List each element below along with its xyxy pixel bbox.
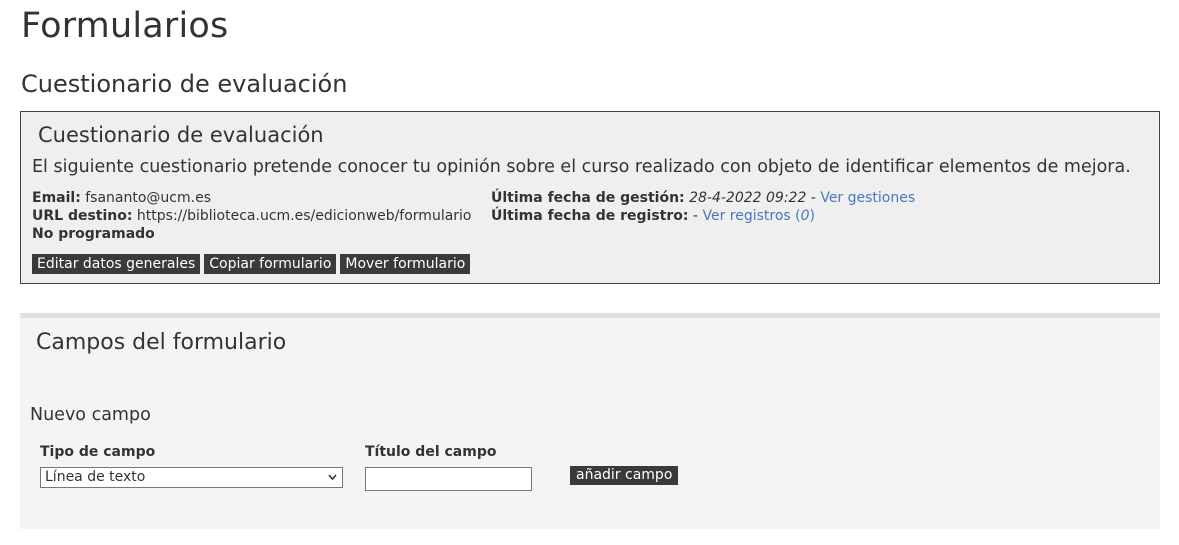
form-box-title: Cuestionario de evaluación — [38, 123, 324, 147]
add-field-button[interactable]: añadir campo — [570, 466, 679, 485]
url-label: URL destino: — [32, 208, 133, 224]
url-value: https://biblioteca.ucm.es/edicionweb/for… — [136, 208, 472, 224]
move-form-button[interactable]: Mover formulario — [340, 254, 471, 274]
last-management-label: Última fecha de gestión: — [491, 190, 685, 206]
page-subtitle: Cuestionario de evaluación — [21, 70, 348, 98]
last-record-label: Última fecha de registro: — [491, 208, 689, 224]
schedule-status: No programado — [32, 226, 155, 242]
page-title: Formularios — [21, 6, 229, 46]
records-close: ) — [809, 208, 816, 224]
email-row: Email: fsananto@ucm.es — [32, 189, 211, 207]
records-count: 0 — [800, 208, 810, 224]
last-management-value: 28-4-2022 09:22 — [689, 190, 807, 206]
email-value: fsananto@ucm.es — [85, 190, 211, 206]
field-type-selected: Línea de texto — [45, 469, 146, 485]
form-description: El siguiente cuestionario pretende conoc… — [32, 157, 1131, 177]
last-management-row: Última fecha de gestión: 28-4-2022 09:22… — [491, 189, 915, 207]
view-records-text: Ver registros ( — [702, 208, 801, 224]
new-field-title: Nuevo campo — [30, 405, 151, 425]
copy-form-button[interactable]: Copiar formulario — [204, 254, 337, 274]
last-record-row: Última fecha de registro: - Ver registro… — [491, 207, 815, 225]
field-title-input[interactable] — [365, 467, 532, 491]
form-actions: Editar datos generales Copiar formulario… — [32, 254, 471, 274]
url-row: URL destino: https://biblioteca.ucm.es/e… — [32, 207, 472, 225]
view-management-link[interactable]: Ver gestiones — [820, 190, 915, 206]
schedule-status-row: No programado — [32, 225, 155, 243]
dash-separator: - — [810, 190, 816, 206]
dash-separator: - — [692, 208, 699, 224]
form-summary-box: Cuestionario de evaluación El siguiente … — [20, 111, 1160, 284]
edit-general-data-button[interactable]: Editar datos generales — [32, 254, 201, 274]
field-type-select[interactable]: Línea de texto — [40, 467, 343, 488]
chevron-down-icon — [327, 468, 338, 493]
email-label: Email: — [32, 190, 81, 206]
form-fields-section: Campos del formulario Nuevo campo Tipo d… — [20, 313, 1160, 529]
field-title-label: Título del campo — [365, 444, 497, 460]
field-type-label: Tipo de campo — [40, 444, 156, 460]
view-records-link[interactable]: Ver registros (0) — [702, 208, 815, 224]
page: Formularios Cuestionario de evaluación C… — [0, 0, 1179, 545]
section-title: Campos del formulario — [36, 330, 287, 355]
